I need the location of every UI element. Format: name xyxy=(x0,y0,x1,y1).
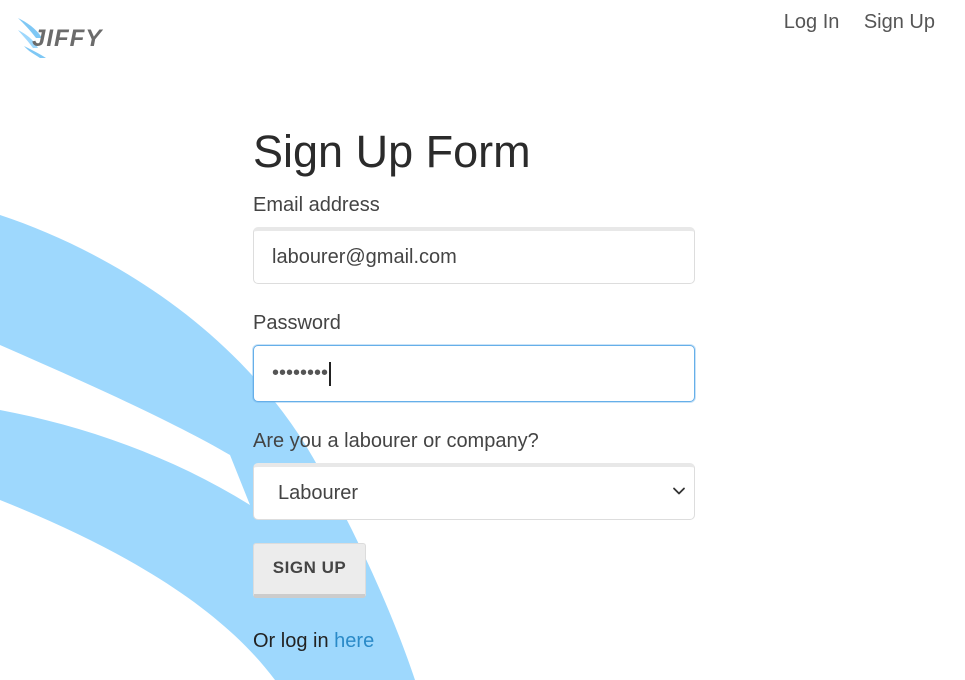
password-label: Password xyxy=(253,312,341,334)
login-prompt: Or log in here xyxy=(253,630,695,653)
logo-text: JIFFY xyxy=(32,25,103,52)
logo[interactable]: JIFFY xyxy=(16,16,108,60)
nav-signup-link[interactable]: Sign Up xyxy=(864,11,935,34)
page-title: Sign Up Form xyxy=(253,126,531,177)
top-nav: Log In Sign Up xyxy=(764,11,935,34)
role-select[interactable]: Labourer xyxy=(253,463,695,520)
password-value: •••••••• xyxy=(272,362,329,384)
email-value: labourer@gmail.com xyxy=(272,245,457,268)
signup-submit-button[interactable]: SIGN UP xyxy=(253,543,366,598)
password-field[interactable]: •••••••• xyxy=(253,345,695,402)
email-field[interactable]: labourer@gmail.com xyxy=(253,227,695,284)
login-prompt-text: Or log in xyxy=(253,630,329,652)
role-label: Are you a labourer or company? xyxy=(253,430,539,452)
role-selected-value: Labourer xyxy=(278,481,359,504)
nav-login-link[interactable]: Log In xyxy=(784,11,840,34)
login-here-link[interactable]: here xyxy=(334,630,374,652)
text-caret xyxy=(329,361,332,386)
email-label: Email address xyxy=(253,194,380,216)
page: JIFFY Log In Sign Up Sign Up Form Email … xyxy=(0,0,965,680)
chevron-down-icon xyxy=(673,487,685,495)
signup-form: Sign Up Form Email address labourer@gmai… xyxy=(253,124,695,653)
